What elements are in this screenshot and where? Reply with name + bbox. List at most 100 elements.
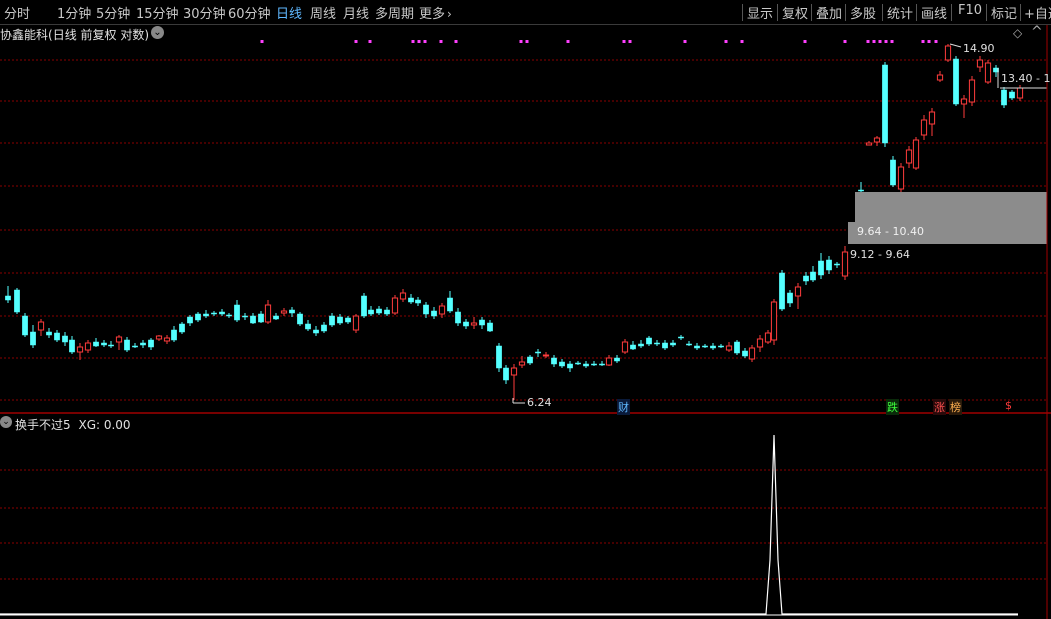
candle-body-down — [54, 332, 60, 341]
candle-body-down — [171, 329, 177, 341]
candle-body-down — [187, 316, 193, 324]
candle-body-up — [905, 149, 913, 164]
candle-body-up — [37, 321, 45, 331]
candle-body-up — [725, 345, 733, 351]
tab-15min[interactable]: 15分钟 — [136, 3, 179, 22]
candle-body-down — [273, 315, 279, 320]
draw-line-button[interactable]: 画线 — [921, 3, 947, 22]
candle-body-down — [140, 342, 146, 346]
candle-body-down — [779, 272, 785, 310]
candle-body-down — [787, 292, 793, 304]
ranking-marker[interactable]: 榜 — [949, 399, 962, 415]
candle-body-down — [148, 339, 154, 348]
tab-1min[interactable]: 1分钟 — [57, 3, 91, 22]
candle-body-down — [124, 339, 130, 351]
candle-body-down — [376, 308, 382, 314]
candle-body-down — [447, 297, 453, 312]
candle-body-down — [718, 345, 724, 348]
statistics-button[interactable]: 统计 — [887, 3, 913, 22]
high-pointer — [949, 43, 962, 48]
finance-marker[interactable]: 财 — [617, 399, 630, 415]
rise-marker[interactable]: 涨 — [933, 399, 946, 415]
candle-body-down — [368, 309, 374, 315]
candle-body-down — [575, 362, 581, 365]
mark-button[interactable]: 标记 — [991, 3, 1017, 22]
range-label-low: 9.12 - 9.64 — [850, 248, 910, 261]
candle-body-up — [928, 111, 936, 125]
tab-5min[interactable]: 5分钟 — [96, 3, 130, 22]
indicator-menu-icon[interactable]: ⌄ — [0, 416, 12, 428]
candle-body-up — [438, 305, 446, 315]
event-dot — [417, 40, 421, 43]
event-dot — [934, 40, 938, 43]
range-label-top: 13.40 - 1 — [1001, 72, 1051, 85]
candle-body-up — [936, 74, 944, 81]
event-dot — [927, 40, 931, 43]
candle-body-down — [1009, 91, 1015, 99]
candle-body-down — [479, 319, 485, 326]
separator — [845, 4, 846, 21]
more-menu-button[interactable]: 更多 › — [419, 3, 452, 22]
tab-60min[interactable]: 60分钟 — [228, 3, 271, 22]
candle-body-down — [108, 344, 114, 347]
add-watchlist-button[interactable]: +自选 — [1024, 3, 1051, 22]
drop-marker[interactable]: 跌 — [886, 399, 899, 415]
candle-body-down — [46, 331, 52, 336]
tab-daily[interactable]: 日线 — [276, 3, 302, 22]
f10-button[interactable]: F10 — [958, 3, 982, 18]
tab-weekly[interactable]: 周线 — [310, 3, 336, 22]
event-dot — [884, 40, 888, 43]
tab-30min[interactable]: 30分钟 — [183, 3, 226, 22]
tab-fenshi[interactable]: 分时 — [4, 3, 30, 22]
candle-body-down — [62, 335, 68, 343]
candle-body-up — [280, 310, 288, 314]
event-dot — [454, 40, 458, 43]
candle-body-down — [742, 350, 748, 357]
kline-chart[interactable] — [0, 25, 1051, 619]
overlay-button[interactable]: 叠加 — [816, 3, 842, 22]
candle-body-up — [764, 332, 772, 343]
candle-body-up — [264, 304, 272, 323]
event-dots — [260, 40, 938, 43]
candle-body-down — [203, 313, 209, 317]
candle-body-down — [242, 315, 248, 318]
candle-body-down — [810, 271, 816, 281]
candle-body-up — [960, 98, 968, 105]
multi-stock-button[interactable]: 多股 — [850, 3, 876, 22]
candle-body-down — [654, 342, 660, 345]
candle-body-down — [694, 345, 700, 349]
candle-body-down — [670, 342, 676, 346]
candle-body-down — [826, 259, 832, 271]
event-dot — [843, 40, 847, 43]
adjust-button[interactable]: 复权 — [782, 3, 808, 22]
tab-multi-period[interactable]: 多周期 — [375, 3, 414, 22]
candle-body-down — [219, 311, 225, 315]
event-dot — [354, 40, 358, 43]
separator — [1020, 4, 1021, 21]
chevron-right-icon: › — [447, 7, 452, 21]
candle-body-up — [352, 315, 360, 331]
candle-body-down — [250, 315, 256, 324]
price-zone-upper — [855, 192, 1047, 222]
dollar-marker[interactable]: $ — [1005, 399, 1012, 412]
candle-body-up — [984, 62, 992, 83]
separator — [777, 4, 778, 21]
candle-body-up — [756, 338, 764, 348]
event-dot — [724, 40, 728, 43]
candle-body-down — [234, 304, 240, 321]
candle-body-up — [794, 286, 802, 297]
candle-body-down — [337, 316, 343, 324]
event-dot — [525, 40, 529, 43]
tab-monthly[interactable]: 月线 — [343, 3, 369, 22]
candle-body-up — [76, 346, 84, 353]
candle-body-down — [487, 322, 493, 332]
candle-body-down — [345, 317, 351, 323]
event-dot — [566, 40, 570, 43]
period-toolbar: 分时 1分钟 5分钟 15分钟 30分钟 60分钟 日线 周线 月线 多周期 更… — [0, 0, 1051, 25]
candle-body-down — [258, 313, 264, 323]
candle-body-up — [542, 354, 550, 357]
candle-body-down — [710, 345, 716, 349]
display-button[interactable]: 显示 — [747, 3, 773, 22]
candle-body-down — [882, 64, 888, 144]
candle-body-up — [770, 301, 778, 341]
